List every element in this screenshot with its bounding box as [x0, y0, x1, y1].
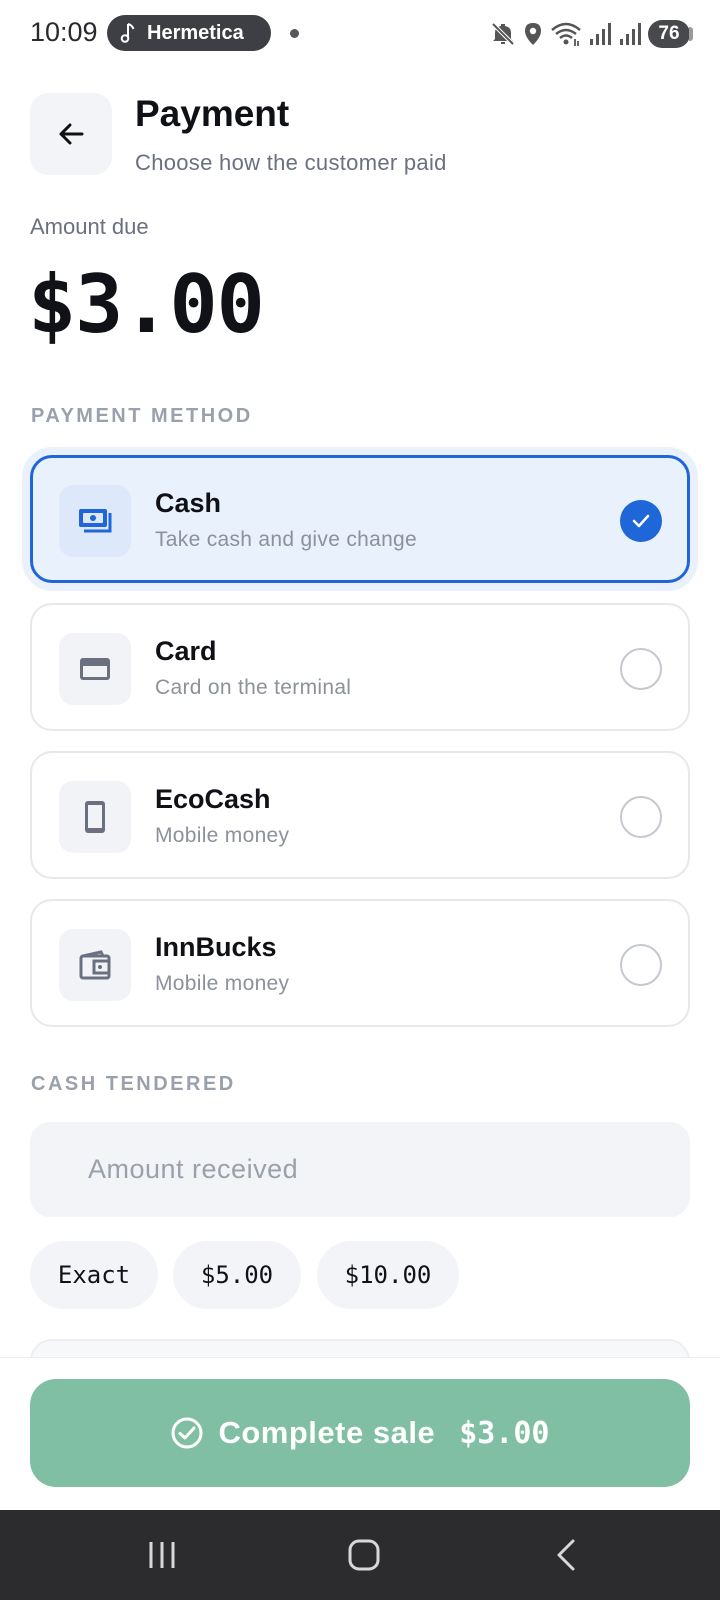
method-icon-box [59, 781, 131, 853]
battery-indicator: 76 [648, 20, 693, 48]
amount-received-input[interactable] [30, 1122, 690, 1217]
page-subtitle: Choose how the customer paid [135, 150, 447, 175]
recents-icon [149, 1542, 175, 1568]
complete-sale-label: Complete sale [218, 1415, 436, 1450]
amount-due-value: $3.00 [28, 258, 265, 351]
phone-icon [85, 801, 105, 833]
radio-unchecked[interactable] [620, 648, 662, 690]
credit-card-icon [80, 658, 110, 680]
arrow-left-icon [59, 123, 84, 145]
radio-unchecked[interactable] [620, 944, 662, 986]
page-title: Payment [135, 93, 290, 134]
method-icon-box [59, 633, 131, 705]
quick-amount-5[interactable]: $5.00 [173, 1241, 301, 1309]
quick-amount-exact[interactable]: Exact [30, 1241, 158, 1309]
amount-due-label: Amount due [30, 214, 149, 239]
method-name: EcoCash [155, 784, 271, 814]
mute-icon [491, 22, 515, 46]
method-description: Mobile money [155, 824, 290, 847]
media-app-name: Hermetica [147, 21, 244, 44]
method-description: Take cash and give change [155, 528, 418, 551]
notification-dot [290, 29, 299, 38]
quick-amount-10[interactable]: $10.00 [317, 1241, 459, 1309]
radio-checked[interactable] [620, 500, 662, 542]
wallet-icon [79, 950, 111, 980]
payment-option-card[interactable]: Card Card on the terminal [30, 603, 690, 731]
status-bar: 10:09 Hermetica 76 [0, 0, 720, 68]
method-name: Cash [155, 488, 222, 518]
method-icon-box [59, 485, 131, 557]
method-name: InnBucks [155, 932, 277, 962]
signal-icon [620, 23, 641, 45]
battery-level: 76 [658, 23, 680, 44]
payment-option-cash[interactable]: Cash Take cash and give change [30, 455, 690, 583]
recents-button[interactable] [132, 1532, 192, 1578]
signal-icon [590, 23, 611, 45]
complete-sale-amount: $3.00 [459, 1415, 550, 1451]
payment-screen: 10:09 Hermetica 76 Payment Choose how th… [0, 0, 720, 1600]
check-icon [632, 514, 650, 528]
payment-option-ecocash[interactable]: EcoCash Mobile money [30, 751, 690, 879]
home-icon [348, 1539, 380, 1571]
wifi-icon [551, 22, 581, 46]
payment-option-innbucks[interactable]: InnBucks Mobile money [30, 899, 690, 1027]
system-back-button[interactable] [536, 1532, 596, 1578]
location-icon [525, 23, 541, 45]
chevron-left-icon [557, 1539, 575, 1571]
cash-tendered-label: CASH TENDERED [31, 1073, 236, 1095]
status-time: 10:09 [30, 17, 98, 47]
status-icons: 76 [490, 18, 693, 50]
method-name: Card [155, 636, 217, 666]
home-button[interactable] [334, 1532, 394, 1578]
check-circle-icon [171, 1417, 203, 1449]
method-icon-box [59, 929, 131, 1001]
music-note-icon [120, 23, 135, 43]
complete-sale-button[interactable]: Complete sale $3.00 [30, 1379, 690, 1487]
radio-unchecked[interactable] [620, 796, 662, 838]
payment-method-label: PAYMENT METHOD [31, 405, 253, 427]
cash-icon [79, 509, 112, 533]
system-nav-bar [0, 1510, 720, 1600]
back-button[interactable] [30, 93, 112, 175]
method-description: Card on the terminal [155, 676, 352, 699]
media-indicator[interactable]: Hermetica [107, 15, 271, 51]
method-description: Mobile money [155, 972, 290, 995]
